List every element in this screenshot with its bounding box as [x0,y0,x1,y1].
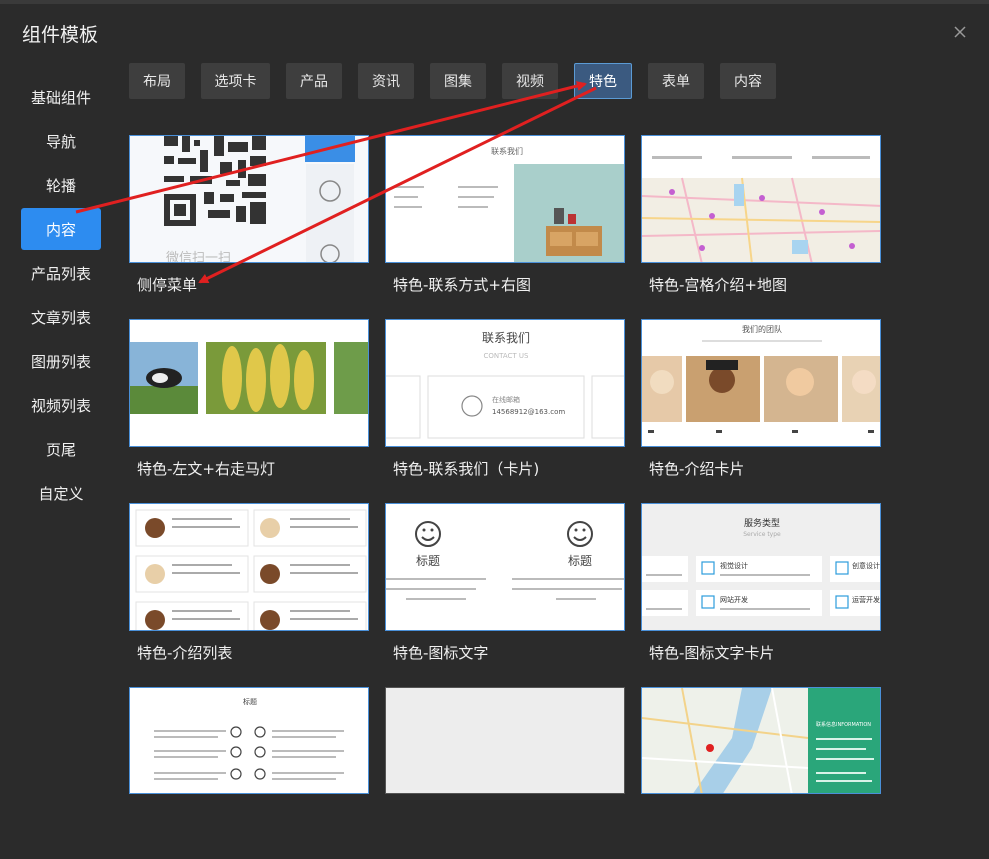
info-title: 联系信息INFORMATION [816,721,871,728]
template-card-intro-list[interactable] [129,503,369,631]
icon-title: 标题 [416,554,440,568]
map-info-preview: 联系信息INFORMATION [642,688,880,793]
sidebar-item-label: 视频列表 [30,396,91,415]
template-card-label: 特色-联系我们（卡片) [393,460,540,478]
tab-feature[interactable]: 特色 [574,63,632,99]
template-card-map-info[interactable]: 联系信息INFORMATION [641,687,881,794]
service-item: 视觉设计 [720,561,748,570]
intro-cards-preview: 我们的团队 [642,320,880,446]
template-card-blank[interactable] [385,687,625,794]
contact-cards-preview: 联系我们 CONTACT US 在线邮箱 14568912@163.com [386,320,624,446]
sidebar-item-custom[interactable]: 自定义 [21,472,101,514]
template-card-label: 特色-左文+右走马灯 [137,460,275,478]
svg-text:联系我们: 联系我们 [491,146,523,156]
template-card-contact-right-image[interactable]: 联系我们 [385,135,625,263]
template-card-list[interactable]: 标题 [129,687,369,794]
template-card-label: 特色-宫格介绍+地图 [649,276,787,294]
contact-email-label: 在线邮箱 [492,395,520,404]
service-item: 运营开发 [852,595,880,604]
tab-label: 内容 [734,74,762,90]
tab-news[interactable]: 资讯 [358,63,414,99]
contact-email: 14568912@163.com [492,408,565,416]
template-card-intro-cards[interactable]: 我们的团队 [641,319,881,447]
side-menu-preview: 微信扫一扫 [130,136,368,263]
tab-label: 产品 [300,74,328,90]
sidebar-item-label: 轮播 [45,176,76,195]
top-strip [0,0,989,4]
sidebar-item-carousel[interactable]: 轮播 [21,164,101,206]
template-card-label: 特色-介绍卡片 [649,460,745,478]
template-card-label: 特色-图标文字卡片 [649,644,775,662]
close-icon[interactable] [950,22,970,42]
icon-text-preview: 标题 标题 [386,504,624,630]
template-card-label: 特色-联系方式+右图 [393,276,531,294]
tab-video[interactable]: 视频 [502,63,558,99]
sidebar-item-label: 自定义 [38,484,84,503]
contact-subtitle: CONTACT US [484,352,530,360]
sidebar-item-video-list[interactable]: 视频列表 [21,384,101,426]
contact-title: 联系我们 [482,330,530,345]
service-item: 网站开发 [720,595,748,604]
sidebar-item-label: 导航 [45,132,76,151]
sidebar-item-content[interactable]: 内容 [21,208,101,250]
sidebar-item-label: 页尾 [45,440,76,459]
sidebar-item-label: 图册列表 [30,352,91,371]
tab-product[interactable]: 产品 [286,63,342,99]
service-title: 服务类型 [744,517,780,529]
tab-label: 特色 [589,74,617,90]
sidebar-item-label: 基础组件 [30,88,91,107]
tab-gallery[interactable]: 图集 [430,63,486,99]
tab-label: 视频 [516,74,544,90]
template-card-contact-cards[interactable]: 联系我们 CONTACT US 在线邮箱 14568912@163.com [385,319,625,447]
dialog-title: 组件模板 [22,24,99,46]
template-card-icon-text[interactable]: 标题 标题 [385,503,625,631]
template-card-grid-map[interactable] [641,135,881,263]
grid-map-preview [642,136,880,262]
sidebar-item-album-list[interactable]: 图册列表 [21,340,101,382]
tab-label: 选项卡 [214,74,257,90]
tab-label: 图集 [444,74,472,90]
icon-title: 标题 [568,554,592,568]
sidebar-item-footer[interactable]: 页尾 [21,428,101,470]
sidebar-item-basic[interactable]: 基础组件 [21,76,101,118]
icon-text-cards-preview: 服务类型 Service type 视觉设计 网站开发 创意设计 运营开发 [642,504,880,630]
location-pin-icon [706,744,714,752]
tab-options[interactable]: 选项卡 [201,63,270,99]
sidebar-item-label: 文章列表 [30,308,91,327]
list-title: 标题 [243,697,257,706]
tab-label: 表单 [662,74,690,90]
intro-list-preview [130,504,368,630]
tab-form[interactable]: 表单 [648,63,704,99]
tab-content[interactable]: 内容 [720,63,776,99]
team-title: 我们的团队 [742,324,782,334]
sidebar-item-nav[interactable]: 导航 [21,120,101,162]
tab-layout[interactable]: 布局 [129,63,185,99]
contact-right-image-preview: 联系我们 [386,136,624,262]
list-preview: 标题 [130,688,368,793]
template-card-label: 特色-介绍列表 [137,644,233,662]
qr-caption: 微信扫一扫 [166,251,231,263]
service-item: 创意设计 [852,561,880,570]
sidebar-item-article-list[interactable]: 文章列表 [21,296,101,338]
tab-label: 布局 [143,74,171,90]
template-card-icon-text-cards[interactable]: 服务类型 Service type 视觉设计 网站开发 创意设计 运营开发 [641,503,881,631]
service-subtitle: Service type [743,531,781,538]
sidebar-item-label: 内容 [45,220,76,239]
template-card-side-menu[interactable]: 微信扫一扫 [129,135,369,263]
tab-label: 资讯 [372,74,400,90]
left-text-marquee-preview [130,320,368,446]
sidebar-item-label: 产品列表 [30,264,91,283]
template-card-label: 侧停菜单 [137,276,198,294]
sidebar-item-product-list[interactable]: 产品列表 [21,252,101,294]
template-card-left-text-marquee[interactable] [129,319,369,447]
template-card-label: 特色-图标文字 [393,644,489,662]
